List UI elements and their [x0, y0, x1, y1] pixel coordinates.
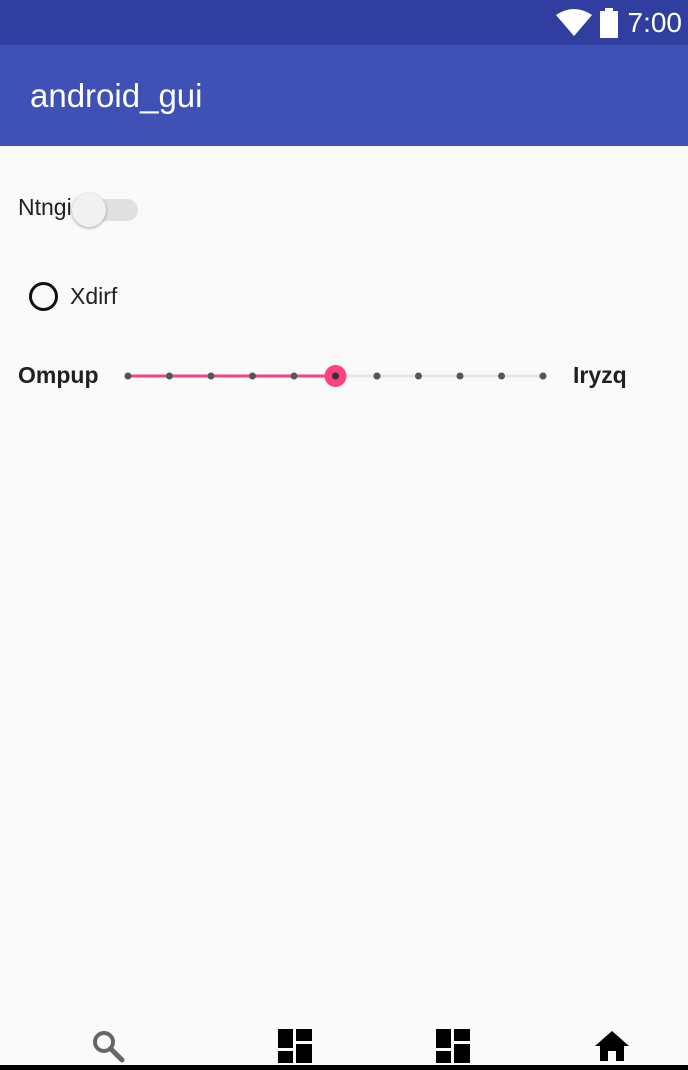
slider-thumb-tick [332, 372, 339, 380]
battery-icon [599, 7, 618, 38]
screen: 7:00 android_gui Ntngi Xdirf Ompup Iryzq [0, 0, 688, 1070]
app-title: android_gui [30, 77, 203, 114]
discrete-slider[interactable] [118, 358, 558, 394]
nav-bar-edge [0, 1065, 688, 1070]
content-area: Ntngi Xdirf Ompup Iryzq [0, 146, 688, 1008]
search-icon [93, 1031, 125, 1063]
radio-button[interactable] [29, 281, 58, 311]
slider-tick [415, 372, 422, 380]
status-icons: 7:00 [555, 0, 683, 45]
slider-tick [539, 372, 547, 380]
slider-tick [456, 372, 464, 380]
switch-label: Ntngi [18, 193, 72, 220]
switch-row[interactable]: Ntngi [18, 189, 138, 227]
dashboard-icon [278, 1029, 312, 1063]
slider-tick [207, 372, 215, 380]
slider-tick [373, 372, 381, 380]
status-time: 7:00 [627, 7, 683, 38]
radio-label: Xdirf [70, 282, 118, 309]
bottom-navigation [0, 1008, 688, 1070]
app-bar: android_gui [0, 45, 688, 146]
slider-row: Ompup Iryzq [18, 358, 678, 394]
nav-item-dashboard-1[interactable] [275, 1026, 315, 1066]
wifi-icon [555, 8, 592, 36]
slider-tick [166, 372, 173, 380]
radio-button-row[interactable]: Xdirf [29, 278, 117, 314]
nav-item-search[interactable] [88, 1026, 128, 1066]
slider-max-label: Iryzq [573, 362, 627, 388]
dashboard-icon [436, 1029, 470, 1063]
home-icon [595, 1031, 629, 1061]
switch-thumb[interactable] [71, 193, 106, 227]
nav-item-dashboard-2[interactable] [433, 1026, 473, 1066]
slider-tick [124, 372, 132, 380]
slider-tick [290, 372, 298, 380]
toggle-switch[interactable] [71, 189, 138, 227]
slider-tick [249, 372, 256, 380]
slider-tick [498, 372, 505, 380]
slider-min-label: Ompup [18, 362, 99, 388]
nav-item-home[interactable] [592, 1026, 632, 1066]
status-bar: 7:00 [0, 0, 688, 45]
